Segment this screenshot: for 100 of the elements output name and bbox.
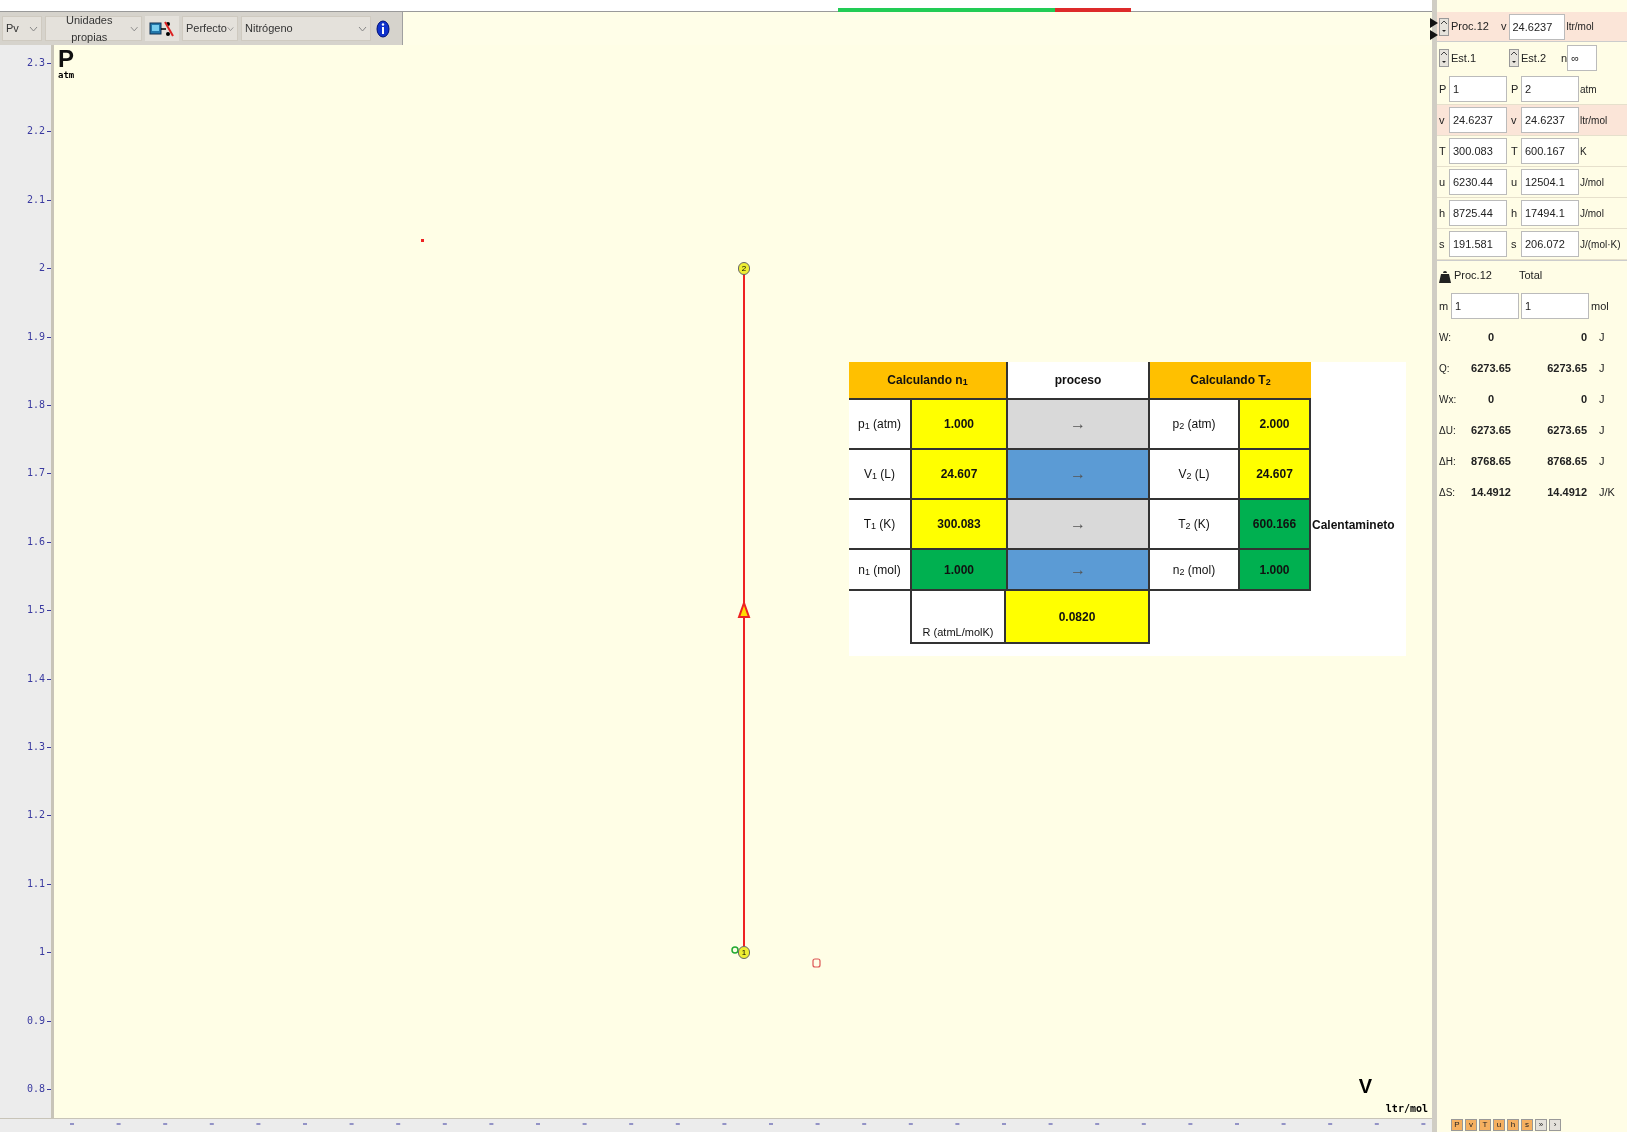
variable-label: h bbox=[1511, 205, 1519, 221]
exponent-field[interactable]: ∞ bbox=[1567, 45, 1598, 71]
variable-label: n bbox=[1561, 50, 1568, 66]
result-value: 14.4912 bbox=[1470, 485, 1512, 501]
table-cell: 1.000 bbox=[910, 400, 1006, 450]
caret-icon bbox=[129, 25, 138, 32]
collapse-arrows-icon bbox=[1430, 18, 1438, 40]
diagram-dropdown[interactable]: Pv bbox=[2, 16, 42, 41]
unit-label: mol bbox=[1591, 298, 1609, 314]
unit-label: ltr/mol bbox=[1580, 113, 1608, 128]
units-dropdown[interactable]: Unidades propias bbox=[45, 16, 142, 41]
table-cell: → bbox=[1006, 450, 1150, 500]
variable-button[interactable]: T bbox=[1479, 1119, 1491, 1131]
variable-button[interactable]: u bbox=[1493, 1119, 1505, 1131]
unit-label: J bbox=[1598, 392, 1605, 408]
variable-button[interactable]: v bbox=[1465, 1119, 1477, 1131]
table-cell: 24.607 bbox=[910, 450, 1006, 500]
table-cell: 1.000 bbox=[910, 550, 1006, 591]
result-value: 8768.65 bbox=[1470, 454, 1512, 470]
property-field[interactable]: 2 bbox=[1521, 76, 1579, 102]
state-point[interactable]: 1 bbox=[738, 946, 750, 959]
info-button[interactable] bbox=[374, 17, 392, 40]
result-value: 14.4912 bbox=[1546, 485, 1588, 501]
variable-button[interactable]: › bbox=[1549, 1119, 1561, 1131]
table-cell: → bbox=[1006, 500, 1150, 550]
unit-label: J bbox=[1598, 330, 1605, 346]
unit-label: ltr/mol bbox=[1566, 20, 1594, 34]
table-note: Calentamineto bbox=[1312, 517, 1395, 534]
state-point[interactable]: 2 bbox=[738, 262, 750, 275]
axis-tick-label: 1.5 bbox=[26, 605, 45, 616]
property-field[interactable]: 24.6237 bbox=[1449, 107, 1507, 133]
table-header: Calculando n$_{1}$ bbox=[849, 362, 1006, 400]
axis-tick-label: 0.9 bbox=[26, 1015, 45, 1026]
axis-label: V bbox=[1358, 1076, 1372, 1096]
spinner-icon bbox=[1439, 17, 1449, 36]
variable-label: u bbox=[1439, 174, 1447, 190]
result-value: 6273.65 bbox=[1546, 361, 1588, 377]
property-field[interactable]: 300.083 bbox=[1449, 138, 1507, 164]
variable-label: v bbox=[1511, 112, 1518, 128]
variable-button[interactable]: » bbox=[1535, 1119, 1547, 1131]
axis-tick-label: 1.6 bbox=[26, 536, 45, 547]
state-label: Est.1 bbox=[1450, 50, 1478, 66]
variable-label: W: bbox=[1439, 331, 1453, 345]
variable-label: ΔU: bbox=[1439, 424, 1457, 438]
axis-unit: ltr/mol bbox=[1385, 1104, 1428, 1114]
axis-tick-label: 2 bbox=[38, 263, 45, 274]
property-field[interactable]: 1 bbox=[1449, 76, 1507, 102]
axis-tick-label: 1.2 bbox=[26, 810, 45, 821]
property-field[interactable]: 8725.44 bbox=[1449, 200, 1507, 226]
result-value: 0 bbox=[1579, 330, 1588, 346]
axis-tick-label: 1.9 bbox=[26, 331, 45, 342]
axis-tick-label: 1.7 bbox=[26, 468, 45, 479]
unit-label: J bbox=[1598, 423, 1605, 439]
spinner-icon bbox=[1439, 49, 1449, 67]
variable-button[interactable]: P bbox=[1451, 1119, 1463, 1131]
result-value: 6273.65 bbox=[1470, 361, 1512, 377]
variable-button[interactable]: h bbox=[1507, 1119, 1519, 1131]
property-field[interactable]: 191.581 bbox=[1449, 231, 1507, 257]
table-cell: → bbox=[1006, 550, 1150, 591]
variable-label: s bbox=[1439, 236, 1446, 252]
unit-label: J/mol bbox=[1580, 175, 1604, 190]
table-cell: 300.083 bbox=[910, 500, 1006, 550]
variable-label: ΔH: bbox=[1439, 455, 1457, 469]
substance-dropdown[interactable]: Nitrógeno bbox=[241, 16, 371, 41]
volume-field[interactable]: 24.6237 bbox=[1508, 13, 1565, 40]
diagram-tool-button[interactable] bbox=[145, 16, 179, 41]
network-icon bbox=[149, 20, 175, 37]
variable-label: v bbox=[1501, 19, 1507, 35]
unit-label: J/(mol·K) bbox=[1580, 237, 1621, 252]
property-field[interactable]: 17494.1 bbox=[1521, 200, 1579, 226]
axis-unit: atm bbox=[58, 71, 75, 80]
property-field[interactable]: 6230.44 bbox=[1449, 169, 1507, 195]
variable-label: s bbox=[1511, 236, 1518, 252]
axis-tick-label: 1 bbox=[38, 947, 45, 958]
axis-tick-label: 1.8 bbox=[26, 400, 45, 410]
variable-label: Wx: bbox=[1439, 393, 1458, 407]
property-field[interactable]: 24.6237 bbox=[1521, 107, 1579, 133]
variable-label: T bbox=[1439, 143, 1447, 159]
result-value: 6273.65 bbox=[1470, 423, 1512, 439]
variable-button[interactable]: s bbox=[1521, 1119, 1533, 1131]
property-field[interactable]: 600.167 bbox=[1521, 138, 1579, 164]
variable-label: Q: bbox=[1439, 362, 1451, 376]
table-cell: 0.0820 bbox=[1006, 591, 1150, 644]
model-dropdown[interactable]: Perfecto bbox=[182, 16, 238, 41]
axis-tick-label: 0.8 bbox=[26, 1084, 45, 1094]
table-cell: 1.000 bbox=[1238, 550, 1311, 591]
property-field[interactable]: 206.072 bbox=[1521, 231, 1579, 257]
variable-label: P bbox=[1439, 81, 1448, 97]
table-cell: 2.000 bbox=[1238, 400, 1311, 450]
unit-label: atm bbox=[1580, 82, 1597, 97]
variable-label: T bbox=[1511, 143, 1519, 159]
result-value: 6273.65 bbox=[1546, 423, 1588, 439]
property-field[interactable]: 12504.1 bbox=[1521, 169, 1579, 195]
column-header: Total bbox=[1519, 268, 1543, 284]
mass-field[interactable]: 1 bbox=[1451, 293, 1519, 319]
table-cell: → bbox=[1006, 400, 1150, 450]
caret-icon bbox=[29, 25, 38, 32]
unit-label: J bbox=[1598, 454, 1605, 470]
axis-tick-label: 2.1 bbox=[26, 194, 45, 205]
mass-field[interactable]: 1 bbox=[1521, 293, 1589, 319]
